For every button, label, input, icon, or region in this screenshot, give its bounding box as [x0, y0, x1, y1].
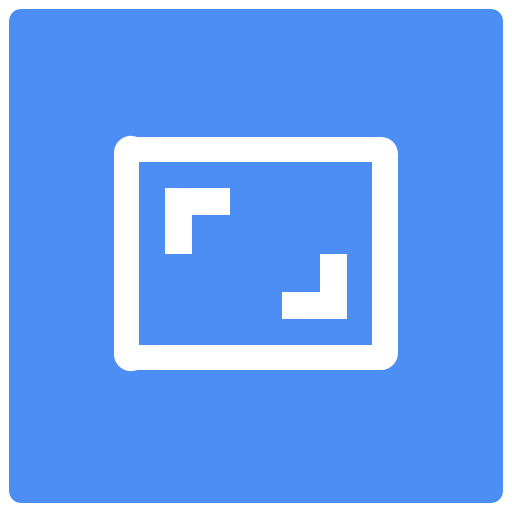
aspect-ratio-icon — [9, 9, 503, 503]
icon-background — [9, 9, 503, 503]
app-icon-tile — [9, 9, 503, 503]
